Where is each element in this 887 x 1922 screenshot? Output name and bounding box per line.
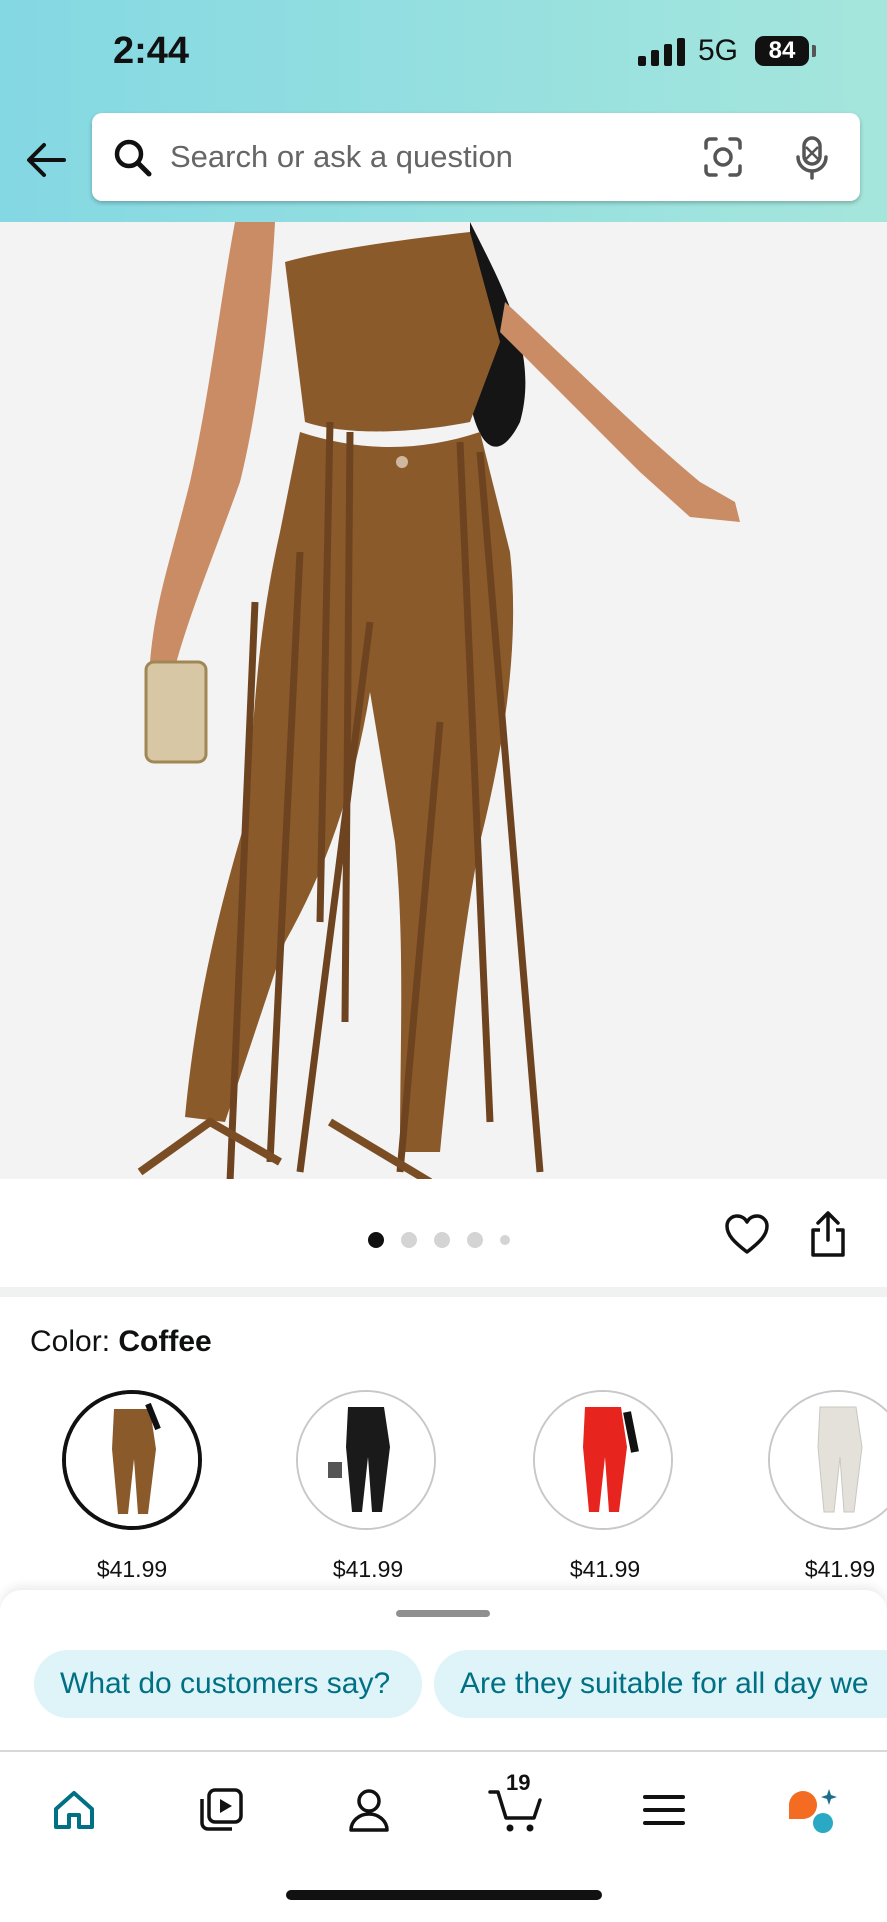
pager-dot[interactable]: [401, 1232, 417, 1248]
ask-rufus-sheet: What do customers say? Are they suitable…: [0, 1590, 887, 1750]
swatch-price: $41.99: [96, 1556, 168, 1582]
nav-rufus[interactable]: [782, 1780, 842, 1840]
battery-tip: [812, 45, 816, 57]
color-label: Color: Coffee: [30, 1325, 212, 1359]
share-icon[interactable]: [808, 1210, 848, 1258]
pager-dot[interactable]: [500, 1235, 510, 1245]
color-label-prefix: Color:: [30, 1325, 111, 1358]
rufus-icon: [789, 1789, 837, 1833]
cart-count-badge: 19: [506, 1770, 531, 1795]
pager-dot[interactable]: [368, 1232, 384, 1248]
search-input[interactable]: Search or ask a question: [170, 139, 513, 175]
search-icon: [114, 139, 152, 177]
suggestion-chip[interactable]: Are they suitable for all day we: [434, 1650, 887, 1718]
video-icon: [200, 1788, 243, 1831]
swatch-price: $41.99: [804, 1556, 876, 1582]
back-arrow-icon: [27, 143, 66, 177]
product-image[interactable]: [0, 222, 887, 1179]
status-time: 2:44: [113, 30, 190, 72]
color-swatch-red[interactable]: [533, 1390, 673, 1530]
pager-dot[interactable]: [434, 1232, 450, 1248]
swatch-image: [66, 1394, 198, 1526]
heart-icon[interactable]: [724, 1214, 770, 1256]
swatch-image: [535, 1392, 671, 1528]
voice-mic-icon[interactable]: [792, 135, 832, 181]
color-swatch-white[interactable]: [768, 1390, 887, 1530]
suggestion-chip[interactable]: What do customers say?: [34, 1650, 422, 1718]
camera-lens-icon[interactable]: [702, 135, 744, 179]
top-header: 2:44 5G 84 Search or ask a question: [0, 0, 887, 222]
swatch-price: $41.99: [332, 1556, 404, 1582]
section-divider: [0, 1287, 887, 1297]
nav-account[interactable]: [339, 1780, 399, 1840]
selected-color: Coffee: [118, 1325, 212, 1358]
product-photo-figure: [0, 222, 887, 1179]
search-bar[interactable]: Search or ask a question: [92, 113, 860, 201]
swatch-image: [770, 1392, 887, 1528]
account-icon: [349, 1789, 389, 1832]
home-indicator: [286, 1890, 602, 1900]
sheet-grabber[interactable]: [396, 1610, 490, 1617]
nav-home[interactable]: [44, 1780, 104, 1840]
back-button[interactable]: [24, 140, 72, 180]
pager-dot[interactable]: [467, 1232, 483, 1248]
swatch-image: [298, 1392, 434, 1528]
battery-icon: 84: [755, 36, 809, 66]
swatch-price: $41.99: [569, 1556, 641, 1582]
home-icon: [54, 1791, 94, 1829]
nav-menu[interactable]: [634, 1780, 694, 1840]
color-swatch-black[interactable]: [296, 1390, 436, 1530]
image-pager[interactable]: [368, 1232, 510, 1248]
signal-icon: [638, 38, 685, 66]
color-swatch-coffee[interactable]: [62, 1390, 202, 1530]
menu-icon: [643, 1795, 685, 1825]
network-label: 5G: [698, 34, 739, 67]
nav-video[interactable]: [191, 1780, 251, 1840]
